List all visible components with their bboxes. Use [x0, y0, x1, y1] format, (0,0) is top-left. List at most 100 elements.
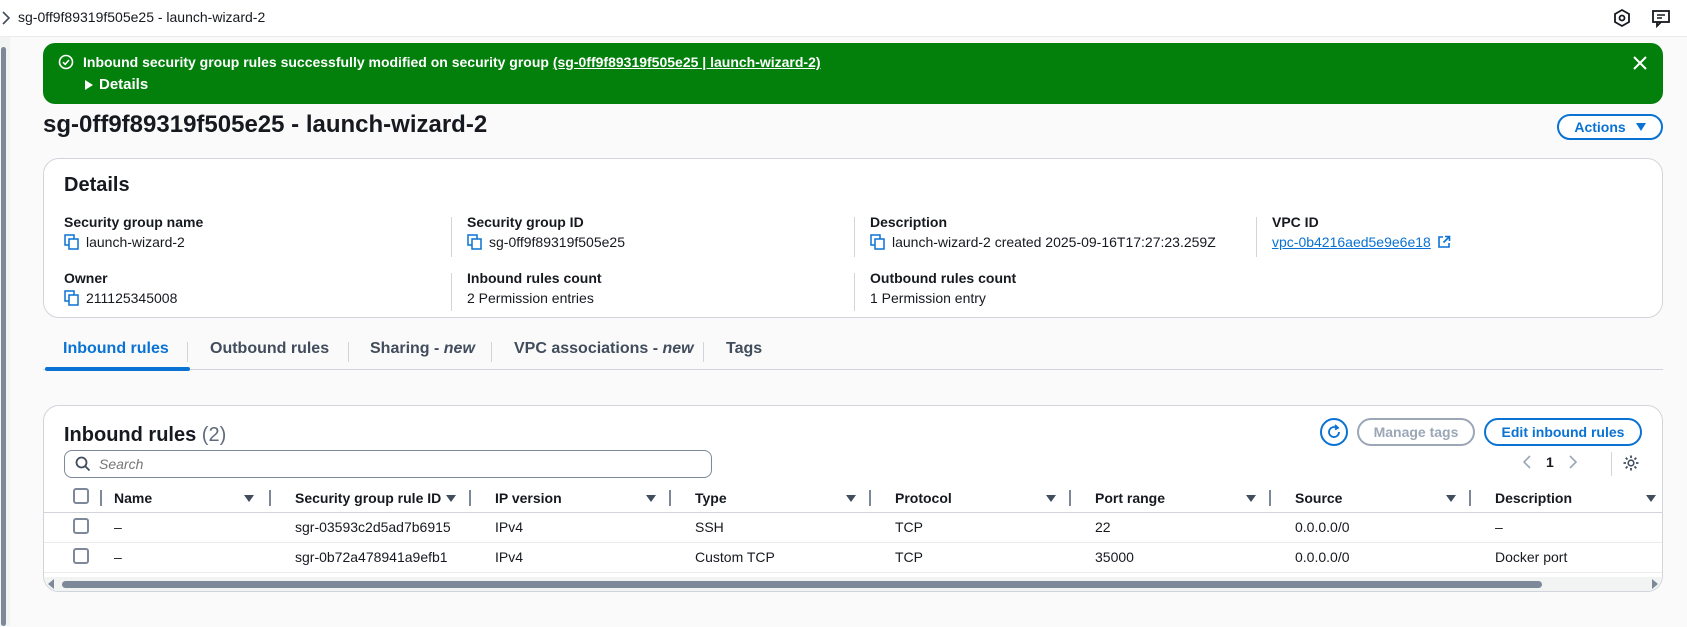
copy-icon[interactable]: [870, 234, 886, 250]
caret-right-icon: [85, 79, 93, 90]
scrollbar-thumb[interactable]: [1, 47, 6, 626]
vpc-id-link[interactable]: vpc-0b4216aed5e9e6e18: [1272, 234, 1431, 250]
external-link-icon[interactable]: [1437, 235, 1451, 249]
description-label: Description: [870, 214, 948, 230]
cell-port-range: 22: [1081, 512, 1281, 543]
page-number[interactable]: 1: [1546, 454, 1554, 470]
tab-sharing-label: Sharing -: [370, 340, 444, 357]
manage-tags-button[interactable]: Manage tags: [1357, 418, 1475, 446]
col-protocol-label: Protocol: [895, 489, 952, 506]
divider: [1256, 217, 1257, 257]
sort-icon[interactable]: [1646, 495, 1656, 502]
column-resizer[interactable]: [469, 490, 471, 506]
sort-icon[interactable]: [1246, 495, 1256, 502]
col-source[interactable]: Source: [1281, 484, 1481, 513]
caret-down-icon: [1635, 123, 1646, 131]
col-protocol[interactable]: Protocol: [881, 484, 1081, 513]
edit-inbound-rules-button[interactable]: Edit inbound rules: [1484, 418, 1642, 446]
divider: [451, 273, 452, 311]
actions-label: Actions: [1574, 119, 1626, 135]
sg-id-label: Security group ID: [467, 214, 584, 230]
flash-security-group-link[interactable]: (sg-0ff9f89319f505e25 | launch-wizard-2): [553, 54, 821, 70]
search-input[interactable]: [99, 456, 699, 472]
col-description[interactable]: Description: [1481, 484, 1662, 513]
search-field[interactable]: [64, 450, 712, 478]
chevron-right-icon[interactable]: [1568, 455, 1578, 469]
column-resizer[interactable]: [1069, 490, 1071, 506]
feedback-icon[interactable]: [1651, 8, 1671, 28]
row-checkbox[interactable]: [73, 547, 89, 564]
tab-vpc-associations[interactable]: VPC associations - new: [514, 340, 694, 358]
divider: [451, 217, 452, 257]
outbound-count-value: 1 Permission entry: [870, 290, 986, 306]
top-bar: sg-0ff9f89319f505e25 - launch-wizard-2: [0, 0, 1687, 37]
col-port-range[interactable]: Port range: [1081, 484, 1281, 513]
scrollbar-thumb[interactable]: [62, 581, 1542, 588]
field-description: Description launch-wizard-2 created 2025…: [870, 214, 1216, 250]
row-select-cell: [44, 542, 100, 573]
cell-source: 0.0.0.0/0: [1281, 512, 1481, 543]
flash-details-toggle[interactable]: Details: [85, 76, 148, 93]
col-type[interactable]: Type: [681, 484, 881, 513]
select-all-checkbox[interactable]: [73, 488, 89, 505]
tab-outbound-rules[interactable]: Outbound rules: [210, 340, 329, 358]
gear-icon[interactable]: [1622, 454, 1640, 472]
scroll-right-icon[interactable]: [1652, 579, 1658, 589]
column-resizer[interactable]: [669, 490, 671, 506]
cell-name: –: [100, 512, 281, 543]
copy-icon[interactable]: [64, 290, 80, 306]
cell-ip-version: IPv4: [481, 512, 681, 543]
col-source-label: Source: [1295, 489, 1343, 506]
tab-tags[interactable]: Tags: [726, 340, 762, 358]
close-icon[interactable]: [1631, 54, 1649, 72]
col-name[interactable]: Name: [100, 484, 281, 513]
outbound-count-label: Outbound rules count: [870, 270, 1017, 286]
cell-description: –: [1481, 512, 1662, 543]
column-resizer[interactable]: [1269, 490, 1271, 506]
row-checkbox[interactable]: [73, 517, 89, 534]
inbound-rules-table: Name Security group rule ID IP version T…: [44, 484, 1662, 573]
tab-sharing[interactable]: Sharing - new: [370, 340, 475, 358]
sort-icon[interactable]: [1446, 495, 1456, 502]
column-resizer[interactable]: [1469, 490, 1471, 506]
table-row[interactable]: – sgr-0b72a478941a9efb1 IPv4 Custom TCP …: [44, 542, 1662, 573]
column-resizer[interactable]: [869, 490, 871, 506]
horizontal-scrollbar[interactable]: [44, 577, 1662, 591]
tab-bar: Inbound rules Outbound rules Sharing - n…: [43, 332, 1663, 371]
select-all-cell: [44, 484, 102, 513]
cell-description: Docker port: [1481, 542, 1662, 573]
chevron-right-icon[interactable]: [0, 9, 14, 27]
inbound-count-value: 2 Permission entries: [467, 290, 594, 306]
tab-inbound-rules[interactable]: Inbound rules: [63, 340, 169, 358]
field-owner: Owner 211125345008: [64, 270, 177, 306]
sort-icon[interactable]: [846, 495, 856, 502]
col-ip-version[interactable]: IP version: [481, 484, 681, 513]
window-title: sg-0ff9f89319f505e25 - launch-wizard-2: [18, 9, 266, 25]
actions-button[interactable]: Actions: [1557, 114, 1663, 140]
column-resizer[interactable]: [269, 490, 271, 506]
sort-icon[interactable]: [244, 495, 254, 502]
cell-source: 0.0.0.0/0: [1281, 542, 1481, 573]
copy-icon[interactable]: [64, 234, 80, 250]
sort-icon[interactable]: [1046, 495, 1056, 502]
details-heading: Details: [64, 174, 130, 196]
copy-icon[interactable]: [467, 234, 483, 250]
cell-rule-id: sgr-0b72a478941a9efb1: [281, 542, 481, 573]
tab-divider: [187, 342, 188, 362]
divider: [854, 217, 855, 257]
active-tab-indicator: [45, 367, 190, 371]
refresh-button[interactable]: [1320, 418, 1348, 446]
cell-type: SSH: [681, 512, 881, 543]
hexagon-settings-icon[interactable]: [1612, 8, 1632, 28]
col-rule-id[interactable]: Security group rule ID: [281, 484, 481, 513]
cell-ip-version: IPv4: [481, 542, 681, 573]
chevron-left-icon[interactable]: [1522, 455, 1532, 469]
sort-icon[interactable]: [446, 495, 456, 502]
vertical-scrollbar[interactable]: [0, 37, 10, 626]
cell-rule-id: sgr-03593c2d5ad7b6915: [281, 512, 481, 543]
sort-icon[interactable]: [646, 495, 656, 502]
table-row[interactable]: – sgr-03593c2d5ad7b6915 IPv4 SSH TCP 22 …: [44, 512, 1662, 543]
inbound-count-label: Inbound rules count: [467, 270, 602, 286]
scroll-left-icon[interactable]: [48, 579, 54, 589]
col-description-label: Description: [1495, 489, 1573, 506]
